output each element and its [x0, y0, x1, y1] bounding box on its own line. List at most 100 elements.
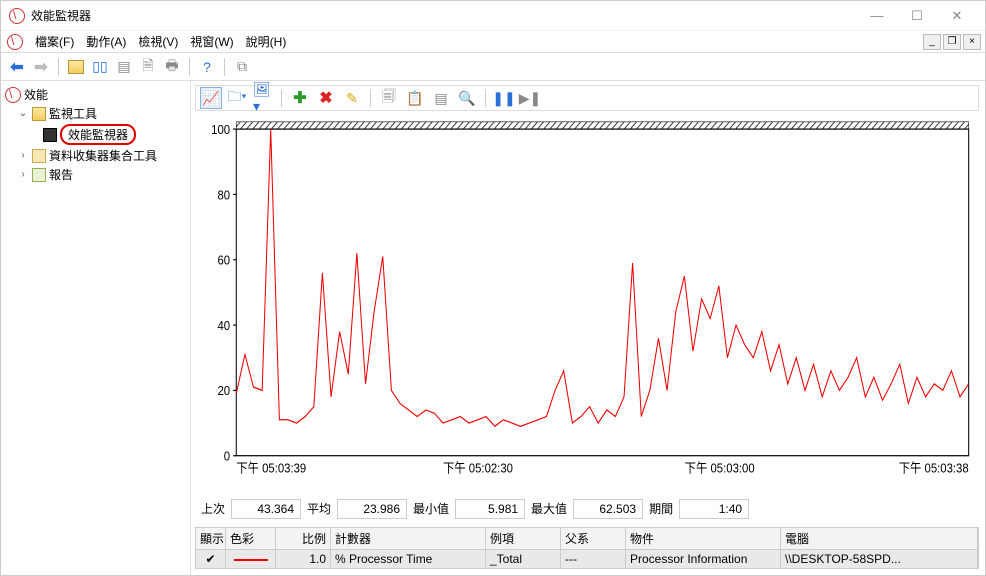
counter-table[interactable]: 顯示 色彩 比例 計數器 例項 父系 物件 電腦 ✔ 1.0 % Process… [195, 527, 979, 569]
chart-type-button[interactable]: 🖼▾ [252, 87, 274, 109]
menu-action[interactable]: 動作(A) [80, 31, 132, 52]
table-header: 顯示 色彩 比例 計數器 例項 父系 物件 電腦 [196, 528, 978, 550]
content-area: 效能 ⌄ 監視工具 效能監視器 › 資料收集器集合工具 › 報告 [1, 81, 985, 575]
svg-text:60: 60 [217, 253, 230, 268]
col-counter[interactable]: 計數器 [331, 528, 486, 550]
col-object[interactable]: 物件 [626, 528, 781, 550]
col-instance[interactable]: 例項 [486, 528, 561, 550]
tree-root[interactable]: 效能 [3, 85, 188, 104]
update-button[interactable]: ▶❚ [519, 87, 541, 109]
expand-icon[interactable]: › [17, 150, 29, 161]
tree-root-label: 效能 [24, 86, 48, 103]
svg-text:20: 20 [217, 383, 230, 398]
export-button[interactable]: 🗎 [138, 57, 158, 77]
row-show-checkbox[interactable]: ✔ [196, 550, 226, 568]
tree-collector[interactable]: › 資料收集器集合工具 [3, 146, 188, 165]
sep-icon [224, 58, 225, 76]
window-title: 效能監視器 [31, 7, 857, 24]
folder-icon [32, 107, 46, 121]
row-scale: 1.0 [276, 550, 331, 568]
chart-area[interactable]: 020406080100 下午 05:03:39下午 05:02:30下午 05… [195, 117, 979, 492]
sep-icon [58, 58, 59, 76]
nav-tree[interactable]: 效能 ⌄ 監視工具 效能監視器 › 資料收集器集合工具 › 報告 [1, 81, 191, 575]
show-hide-tree-button[interactable] [66, 57, 86, 77]
svg-text:40: 40 [217, 318, 230, 333]
tree-perf-monitor-label: 效能監視器 [60, 124, 136, 145]
layout-button[interactable]: ▯▯ [90, 57, 110, 77]
color-sample [234, 559, 268, 561]
back-button[interactable]: ⬅ [7, 57, 27, 77]
stat-max-label: 最大值 [525, 498, 573, 519]
forward-button[interactable]: ➡ [31, 57, 51, 77]
menu-view[interactable]: 檢視(V) [132, 31, 184, 52]
app-icon [9, 8, 25, 24]
new-window-button[interactable]: ⧉ [232, 57, 252, 77]
paste-button[interactable]: 📋 [404, 87, 426, 109]
maximize-button[interactable]: ☐ [897, 8, 937, 24]
collector-icon [32, 149, 46, 163]
col-parent[interactable]: 父系 [561, 528, 626, 550]
menu-window[interactable]: 視窗(W) [184, 31, 239, 52]
tree-report[interactable]: › 報告 [3, 165, 188, 184]
col-show[interactable]: 顯示 [196, 528, 226, 550]
stat-dur-label: 期間 [643, 498, 679, 519]
menu-file[interactable]: 檔案(F) [29, 31, 80, 52]
view-current-button[interactable]: 📈 [200, 87, 222, 109]
stat-dur-value: 1:40 [679, 499, 749, 519]
row-counter: % Processor Time [331, 550, 486, 568]
freeze-button[interactable]: ❚❚ [493, 87, 515, 109]
tree-report-label: 報告 [49, 166, 73, 183]
line-chart: 020406080100 下午 05:03:39下午 05:02:30下午 05… [195, 117, 979, 492]
print-button[interactable]: 🖶 [162, 57, 182, 77]
stat-min-label: 最小值 [407, 498, 455, 519]
expand-icon[interactable]: › [17, 169, 29, 180]
main-toolbar: ⬅ ➡ ▯▯ ▤ 🗎 🖶 ? ⧉ [1, 53, 985, 81]
report-icon [32, 168, 46, 182]
stats-bar: 上次 43.364 平均 23.986 最小值 5.981 最大值 62.503… [195, 498, 979, 519]
svg-text:0: 0 [224, 449, 230, 464]
stat-avg-label: 平均 [301, 498, 337, 519]
sep-icon [189, 58, 190, 76]
mdi-restore[interactable]: ❐ [943, 34, 961, 50]
col-color[interactable]: 色彩 [226, 528, 276, 550]
svg-text:下午 05:03:39: 下午 05:03:39 [236, 461, 306, 476]
close-button[interactable]: ✕ [937, 8, 977, 24]
collapse-icon[interactable]: ⌄ [17, 108, 29, 119]
properties-button[interactable]: ▤ [430, 87, 452, 109]
add-counter-button[interactable]: ✚ [289, 87, 311, 109]
highlight-button[interactable]: ✎ [341, 87, 363, 109]
stat-last-value: 43.364 [231, 499, 301, 519]
minimize-button[interactable]: — [857, 8, 897, 23]
svg-text:下午 05:03:00: 下午 05:03:00 [685, 461, 755, 476]
perf-root-icon [5, 87, 21, 103]
tree-collector-label: 資料收集器集合工具 [49, 147, 157, 164]
copy-button[interactable]: 🗐 [378, 87, 400, 109]
view-log-button[interactable]: 🗀▾ [226, 87, 248, 109]
main-panel: 📈 🗀▾ 🖼▾ ✚ ✖ ✎ 🗐 📋 ▤ 🔍 ❚❚ ▶❚ [191, 81, 985, 575]
stat-min-value: 5.981 [455, 499, 525, 519]
col-scale[interactable]: 比例 [276, 528, 331, 550]
delete-counter-button[interactable]: ✖ [315, 87, 337, 109]
menu-help[interactable]: 說明(H) [240, 31, 293, 52]
zoom-button[interactable]: 🔍 [456, 87, 478, 109]
chart-toolbar: 📈 🗀▾ 🖼▾ ✚ ✖ ✎ 🗐 📋 ▤ 🔍 ❚❚ ▶❚ [195, 85, 979, 111]
app-icon-small [7, 34, 23, 50]
properties-button[interactable]: ▤ [114, 57, 134, 77]
row-parent: --- [561, 550, 626, 568]
row-instance: _Total [486, 550, 561, 568]
tree-perf-monitor[interactable]: 效能監視器 [3, 123, 188, 146]
mdi-close[interactable]: × [963, 34, 981, 50]
help-button[interactable]: ? [197, 57, 217, 77]
tree-monitor-tools[interactable]: ⌄ 監視工具 [3, 104, 188, 123]
sep-icon [281, 89, 282, 107]
window-root: 效能監視器 — ☐ ✕ 檔案(F) 動作(A) 檢視(V) 視窗(W) 說明(H… [0, 0, 986, 576]
row-color [226, 550, 276, 568]
table-row[interactable]: ✔ 1.0 % Processor Time _Total --- Proces… [196, 550, 978, 568]
svg-text:下午 05:03:38: 下午 05:03:38 [899, 461, 969, 476]
titlebar: 效能監視器 — ☐ ✕ [1, 1, 985, 31]
svg-text:100: 100 [211, 122, 230, 137]
mdi-minimize[interactable]: _ [923, 34, 941, 50]
menu-bar: 檔案(F) 動作(A) 檢視(V) 視窗(W) 說明(H) _ ❐ × [1, 31, 985, 53]
row-computer: \\DESKTOP-58SPD... [781, 550, 978, 568]
col-computer[interactable]: 電腦 [781, 528, 978, 550]
